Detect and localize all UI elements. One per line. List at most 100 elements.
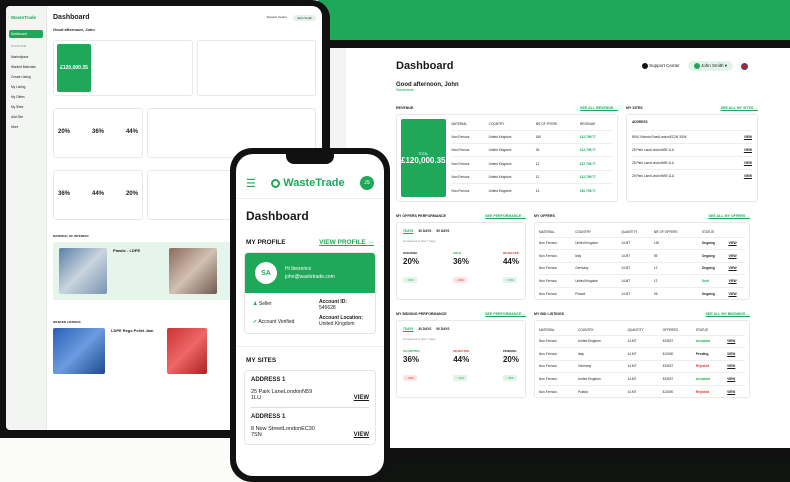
- revenue-total-box: TOTAL £120,000.35: [401, 119, 446, 197]
- recycle-logo-icon: [271, 178, 281, 188]
- sidebar-item-my-offers[interactable]: My Offers: [9, 92, 43, 102]
- menu-icon[interactable]: ☰: [246, 177, 256, 190]
- sidebar-item-add-site[interactable]: Add Site: [9, 112, 43, 122]
- table-row: Non-Ferrous United Kingdom 13 £92,799.77: [451, 183, 613, 197]
- sidebar-item-create-listing[interactable]: Create Listing: [9, 72, 43, 82]
- tab-90days[interactable]: 90 DAYS: [436, 229, 449, 233]
- revenue-title: REVENUE: [396, 106, 414, 110]
- sidebar-item-marketplace[interactable]: Marketplace: [9, 52, 43, 62]
- stat-sold: SOLD 36% ↓ 30%: [452, 251, 469, 283]
- view-link[interactable]: VIEW: [727, 335, 745, 348]
- tab-30days[interactable]: 30 DAYS: [418, 327, 431, 331]
- location: United Kingdom: [319, 321, 355, 327]
- compared-note: Compared to last 7 days: [403, 239, 436, 243]
- view-link[interactable]: VIEW: [728, 287, 745, 300]
- see-all-revenue-link[interactable]: SEE ALL REVENUE →: [580, 106, 618, 110]
- table-row: Non-Ferrous United Kingdom 160 £12,799.77: [451, 130, 613, 143]
- offers-title: MY OFFERS: [534, 214, 555, 218]
- listing-image: [53, 328, 105, 374]
- sidebar-item-dashboard[interactable]: Dashboard: [9, 30, 43, 38]
- verified-label: Account Verified: [258, 319, 295, 325]
- phone-device: ☰ WasteTrade JS Dashboard MY PROFILE VIE…: [230, 148, 390, 482]
- listing-title[interactable]: LDPE Regs Pellet Jam: [111, 328, 161, 374]
- role-label: Seller: [258, 301, 272, 307]
- bidding-performance-card: 7DAYS 30 DAYS 90 DAYS Compared to last 7 d…: [396, 320, 526, 398]
- view-link[interactable]: VIEW: [727, 348, 745, 361]
- view-link[interactable]: VIEW: [727, 360, 745, 373]
- page-title: Dashboard: [396, 60, 454, 72]
- user-email: john@wastetrade.com: [285, 274, 335, 280]
- table-row: Non-Ferrous United Kingdom 12 £27,799.77: [451, 156, 613, 170]
- see-all-bids-link[interactable]: SEE ALL MY BIDDINGS →: [706, 312, 750, 316]
- table-row: Non-Ferrous United Kingdom 14.MT £33527 Acce…: [539, 335, 745, 348]
- see-offers-performance-link[interactable]: SEE PERFORMANCE →: [485, 214, 526, 218]
- see-all-offers-link[interactable]: SEE ALL MY OFFERS →: [709, 214, 750, 218]
- brand-logo: WasteTrade: [11, 15, 37, 20]
- see-all-sites-link[interactable]: SEE ALL MY SITES →: [721, 106, 758, 110]
- view-address-link[interactable]: VIEW: [354, 395, 369, 401]
- user-menu[interactable]: John Smith: [292, 14, 316, 21]
- sidebar-section: PLATFORM: [11, 44, 27, 48]
- table-row: Non-Ferrous United Kingdom 12 £12,799.77: [451, 170, 613, 183]
- listing-title[interactable]: Plastic - LDPE: [113, 248, 163, 294]
- view-link[interactable]: VIEW: [727, 373, 745, 386]
- page-title: Dashboard: [53, 14, 90, 21]
- sidebar-item-more[interactable]: More: [9, 122, 43, 132]
- table-row: Non-Ferrous Italy 14.MT £10000 Pending VIEW: [539, 347, 745, 361]
- table-row: Non-Ferrous United Kingdom 14.MT 12 Sold VIEW: [539, 274, 745, 288]
- table-row: Non-Ferrous Poland 14.MT 26 Ongoing VIEW: [539, 287, 745, 300]
- tab-90days[interactable]: 90 DAYS: [436, 327, 449, 331]
- revenue-total-box: £120,000.35: [57, 44, 91, 92]
- tab-7days[interactable]: 7DAYS: [403, 229, 413, 233]
- list-item: 25 Park LaneLondonN59 1LU VIEW: [632, 169, 752, 182]
- offers-performance-card: 20% 36% 44%: [53, 108, 143, 158]
- table-row: Non-Ferrous Germany 14.MT £33527 Rejected VIE…: [539, 360, 745, 373]
- support-center-link[interactable]: Support Center: [641, 63, 680, 69]
- list-item: 25 Park LaneLondonN59 1LU VIEW: [632, 143, 752, 156]
- listing-image: [167, 328, 207, 374]
- bids-title: MY BID LISTINGS: [534, 312, 565, 316]
- view-link[interactable]: VIEW: [728, 262, 745, 275]
- sidebar-item-wanted[interactable]: Wanted Materials: [9, 62, 43, 72]
- sidebar-item-my-listing[interactable]: My Listing: [9, 82, 43, 92]
- tab-30days[interactable]: 30 DAYS: [418, 229, 431, 233]
- stat-accepted: ACCEPTED 36% ↓ 35%: [403, 349, 420, 381]
- support-center-link[interactable]: Support Center: [267, 15, 287, 21]
- bidding-performance-card: 36% 44% 20%: [53, 170, 143, 220]
- sites-card: ADDRESS 1 25 Park LaneLondonN59 1LU VIEW…: [244, 370, 376, 445]
- address-label: ADDRESS 1: [251, 377, 286, 383]
- view-site-link[interactable]: VIEW: [744, 161, 752, 165]
- compared-note: Compared to last 7 days: [403, 337, 436, 341]
- address-label: ADDRESS 1: [251, 414, 286, 420]
- language-flag-icon[interactable]: [741, 62, 748, 70]
- stat-rejected: REJECTED 44% ↑ 30%: [453, 349, 470, 381]
- view-site-link[interactable]: VIEW: [744, 148, 752, 152]
- avatar: [693, 62, 700, 69]
- avatar[interactable]: JS: [360, 176, 374, 190]
- table-row: Non-Ferrous United Kingdom 14.MT £33527 Acce…: [539, 372, 745, 386]
- view-site-link[interactable]: VIEW: [744, 174, 752, 178]
- bids-table: MATERIAL COUNTRY QUANTITY OFFERED STATUS Non…: [539, 325, 745, 398]
- address-text: 8 New StreetLondonEC30 7SN: [251, 426, 315, 438]
- sidebar-item-my-sites[interactable]: My Sites: [9, 102, 43, 112]
- tab-7days[interactable]: 7DAYS: [403, 327, 413, 331]
- revenue-card: TOTAL £120,000.35 MATERIAL COUNTRY NR OF F…: [396, 114, 618, 202]
- avatar: SA: [255, 262, 277, 284]
- sidebar: WasteTrade Dashboard PLATFORM Marketplac…: [6, 6, 47, 430]
- list-item: 8910 Victoria RoadLondonEC2N 3GW VIEW: [632, 130, 752, 143]
- view-profile-link[interactable]: VIEW PROFILE →: [319, 239, 374, 246]
- offers-performance-title: MY OFFERS PERFORMANCE: [396, 214, 447, 218]
- view-site-link[interactable]: VIEW: [744, 135, 752, 139]
- view-link[interactable]: VIEW: [727, 385, 745, 398]
- view-link[interactable]: VIEW: [728, 237, 745, 250]
- see-bidding-performance-link[interactable]: SEE PERFORMANCE →: [485, 312, 526, 316]
- phone-screen: ☰ WasteTrade JS Dashboard MY PROFILE VIE…: [236, 154, 384, 476]
- view-address-link[interactable]: VIEW: [354, 432, 369, 438]
- bids-card: MATERIAL COUNTRY QUANTITY OFFERED STATUS Non…: [534, 320, 750, 398]
- user-menu[interactable]: John Smith ▾: [687, 60, 733, 72]
- listing-image: [59, 248, 107, 294]
- view-link[interactable]: VIEW: [728, 250, 745, 263]
- page-title: Dashboard: [246, 209, 309, 223]
- view-link[interactable]: VIEW: [728, 275, 745, 288]
- check-circle-icon: ✔: [253, 319, 258, 325]
